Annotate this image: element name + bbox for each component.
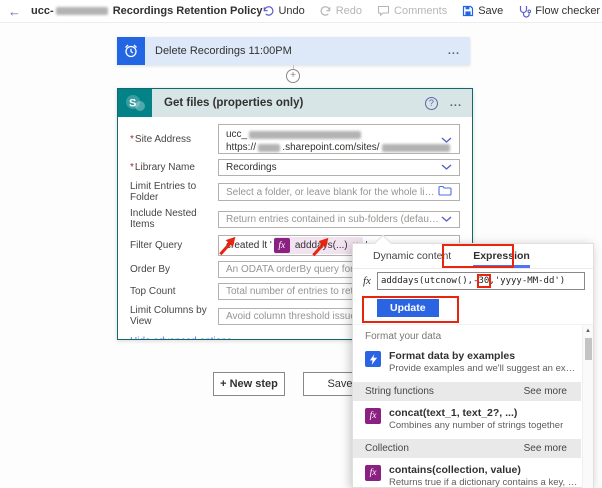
required-asterisk: *	[130, 162, 134, 173]
expression-input[interactable]: adddays(utcnow(),-30,'yyyy-MM-dd')	[377, 272, 585, 290]
redo-icon	[320, 5, 332, 17]
undo-icon	[262, 5, 274, 17]
redo-button[interactable]: Redo	[320, 5, 362, 17]
field-row-include-nested: Include Nested Items Return entries cont…	[130, 208, 460, 230]
action-menu-icon[interactable]: ...	[450, 97, 462, 109]
filter-query-text: created lt '	[226, 240, 272, 251]
recurrence-icon	[117, 37, 145, 65]
action-header-controls: ? ...	[425, 97, 472, 110]
comments-button[interactable]: Comments	[377, 5, 447, 17]
trigger-menu-icon[interactable]: ...	[448, 45, 460, 57]
expression-token[interactable]: fx adddays(...) ×	[274, 237, 364, 254]
power-automate-editor: ← ucc- Recordings Retention Policy Undo …	[0, 0, 602, 488]
section-string-functions: String functions See more	[353, 382, 581, 401]
see-more-link-string[interactable]: See more	[524, 386, 567, 397]
redacted-text	[258, 144, 280, 152]
chevron-up-icon	[237, 339, 247, 341]
stethoscope-icon	[518, 5, 531, 18]
popup-scrollbar[interactable]: ▲	[582, 325, 593, 488]
field-row-library-name: *Library Name Recordings	[130, 159, 460, 176]
svg-text:S: S	[129, 98, 136, 110]
expression-highlighted-value: 30	[479, 276, 490, 286]
top-count-label: Top Count	[130, 286, 218, 297]
chevron-down-icon[interactable]	[441, 214, 452, 225]
redacted-text	[249, 131, 361, 139]
fx-token-icon: fx	[274, 238, 290, 253]
flow-checker-button[interactable]: Flow checker	[518, 5, 600, 18]
chevron-down-icon[interactable]	[441, 162, 452, 173]
new-step-button[interactable]: + New step	[213, 372, 285, 396]
filter-query-label: Filter Query	[130, 240, 218, 251]
insert-step-button[interactable]: +	[286, 69, 300, 83]
fx-function-icon: fx	[365, 408, 381, 424]
limit-entries-label: Limit Entries to Folder	[130, 181, 218, 203]
tab-expression[interactable]: Expression	[473, 250, 530, 268]
redacted-text	[382, 144, 450, 152]
see-more-link-collection[interactable]: See more	[524, 443, 567, 454]
folder-picker-icon[interactable]	[438, 185, 452, 199]
site-address-input[interactable]: ucc_ https://.sharepoint.com/sites/	[218, 124, 460, 154]
top-bar: ← ucc- Recordings Retention Policy Undo …	[0, 0, 602, 23]
update-button[interactable]: Update	[377, 299, 439, 317]
action-card-header[interactable]: S Get files (properties only) ? ...	[118, 89, 472, 117]
format-by-examples-icon	[365, 351, 381, 367]
expression-prefix: adddays(utcnow(),-	[381, 276, 479, 286]
limit-entries-input[interactable]: Select a folder, or leave blank for the …	[218, 183, 460, 201]
fx-function-icon: fx	[365, 465, 381, 481]
required-asterisk: *	[130, 134, 134, 145]
section-collection: Collection See more	[353, 439, 581, 458]
trigger-body: Delete Recordings 11:00PM ...	[145, 37, 470, 65]
scrollbar-thumb[interactable]	[585, 338, 592, 360]
expression-suffix: ,'yyyy-MM-dd')	[489, 276, 565, 286]
flow-title: ucc- Recordings Retention Policy	[31, 5, 262, 17]
list-item-concat[interactable]: fx concat(text_1, text_2?, ...) Combines…	[353, 404, 581, 436]
action-title: Get files (properties only)	[164, 97, 303, 109]
fx-icon: fx	[363, 275, 371, 287]
tab-dynamic-content[interactable]: Dynamic content	[373, 250, 451, 268]
trigger-card[interactable]: Delete Recordings 11:00PM ...	[117, 37, 470, 65]
update-row: Update	[353, 292, 593, 324]
undo-button[interactable]: Undo	[262, 5, 304, 17]
help-icon[interactable]: ?	[425, 97, 438, 110]
site-address-label: Site Address	[135, 134, 191, 145]
library-name-label: Library Name	[135, 162, 195, 173]
include-nested-input[interactable]: Return entries contained in sub-folders …	[218, 211, 460, 228]
toolbar: Undo Redo Comments Save Flow checker Tes…	[262, 5, 602, 18]
list-item-contains[interactable]: fx contains(collection, value) Returns t…	[353, 461, 581, 488]
function-list: Format your data Format data by examples…	[353, 324, 593, 488]
token-label: adddays(...)	[295, 240, 348, 251]
field-row-limit-entries: Limit Entries to Folder Select a folder,…	[130, 181, 460, 203]
chevron-down-icon[interactable]	[441, 135, 452, 146]
comment-icon	[377, 5, 390, 17]
save-icon	[462, 5, 474, 17]
field-row-site-address: *Site Address ucc_ https://.sharepoint.c…	[130, 124, 460, 154]
include-nested-label: Include Nested Items	[130, 208, 218, 230]
trigger-title: Delete Recordings 11:00PM	[155, 45, 292, 57]
scroll-up-icon[interactable]: ▲	[583, 325, 593, 334]
popup-tabs: Dynamic content Expression	[353, 244, 593, 269]
expression-editor-row: fx adddays(utcnow(),-30,'yyyy-MM-dd')	[353, 269, 593, 292]
back-arrow-icon[interactable]: ←	[8, 5, 21, 18]
list-item-format-by-examples[interactable]: Format data by examples Provide examples…	[353, 347, 581, 379]
dynamic-content-popup: Dynamic content Expression fx adddays(ut…	[352, 243, 594, 488]
save-button[interactable]: Save	[462, 5, 503, 17]
redacted-text	[56, 7, 108, 15]
format-your-data-header: Format your data	[353, 325, 581, 347]
order-by-label: Order By	[130, 264, 218, 275]
library-name-input[interactable]: Recordings	[218, 159, 460, 176]
limit-columns-label: Limit Columns by View	[130, 305, 218, 327]
sharepoint-icon: S	[118, 89, 152, 117]
